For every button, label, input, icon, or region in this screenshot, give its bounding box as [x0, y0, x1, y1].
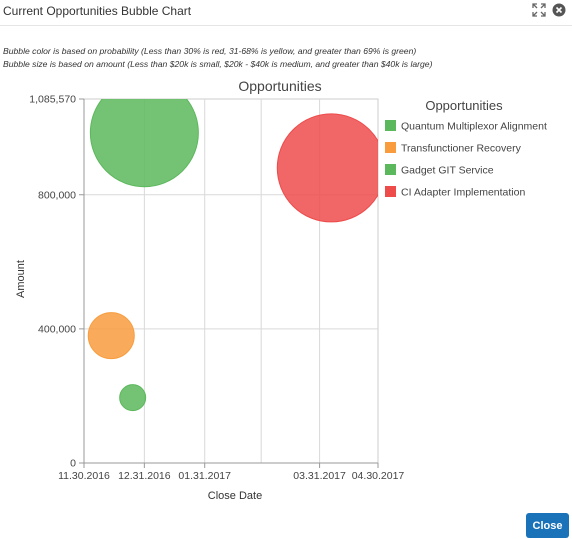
- x-tick-label: 11.30.2016: [58, 470, 110, 482]
- x-tick-label: 04.30.2017: [352, 470, 405, 482]
- bubble[interactable]: [87, 312, 135, 360]
- close-button[interactable]: Close: [526, 513, 569, 538]
- legend-item-label: Transfunctioner Recovery: [401, 143, 522, 155]
- legend-item-label: CI Adapter Implementation: [401, 187, 525, 199]
- y-tick-label: 1,085,570: [29, 94, 76, 106]
- y-tick-label: 0: [70, 458, 76, 470]
- legend-swatch: [385, 164, 396, 175]
- x-tick-label: 03.31.2017: [293, 470, 346, 482]
- bubbles: [87, 79, 385, 412]
- legend-item-label: Gadget GIT Service: [401, 165, 494, 177]
- y-axis-title: Amount: [15, 260, 27, 298]
- bubble-chart: 0 400,000 800,000 1,085,570 11.30.2016 12.31.…: [15, 78, 547, 502]
- legend-swatch: [385, 186, 396, 197]
- legend-item-label: Quantum Multiplexor Alignment: [401, 121, 547, 133]
- legend-title: Opportunities: [425, 98, 503, 113]
- y-tick-label: 800,000: [38, 189, 76, 201]
- bubble[interactable]: [89, 79, 199, 188]
- bubble[interactable]: [119, 384, 147, 412]
- legend-swatch: [385, 120, 396, 131]
- y-tick-label: 400,000: [38, 323, 76, 335]
- chart-title: Opportunities: [238, 78, 321, 94]
- x-tick-label: 12.31.2016: [118, 470, 171, 482]
- x-tick-label: 01.31.2017: [178, 470, 231, 482]
- x-axis-title: Close Date: [208, 490, 262, 502]
- bubble[interactable]: [276, 113, 385, 223]
- legend-swatch: [385, 142, 396, 153]
